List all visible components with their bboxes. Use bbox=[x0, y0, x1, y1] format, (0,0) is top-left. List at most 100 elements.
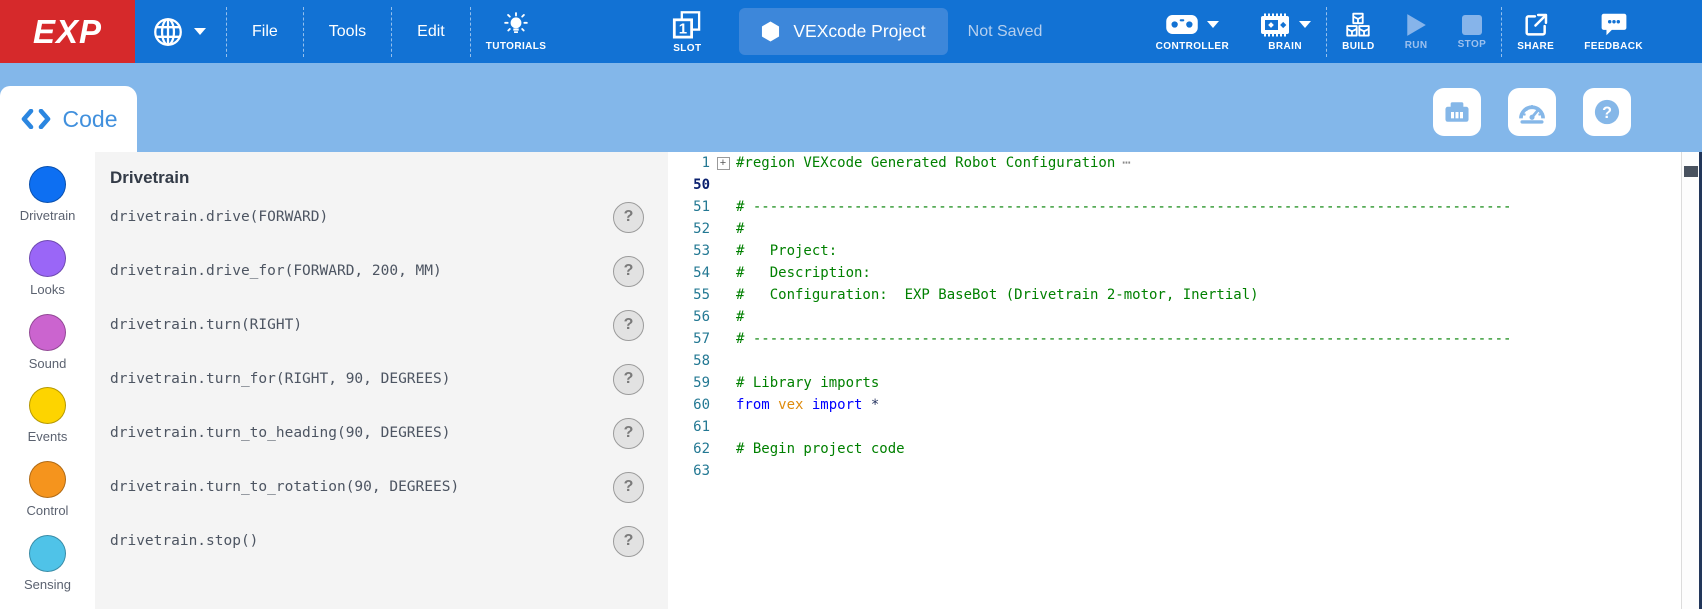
line-number: 51 bbox=[668, 199, 710, 215]
exp-logo-text: EXP bbox=[33, 13, 102, 51]
menu-edit[interactable]: Edit bbox=[392, 0, 470, 63]
fold-expand-icon[interactable]: + bbox=[717, 157, 730, 170]
command-help-button[interactable]: ? bbox=[613, 364, 644, 395]
controller-button[interactable]: CONTROLLER bbox=[1141, 0, 1244, 63]
editor-line: 53# Project: bbox=[668, 240, 1702, 262]
command-row: drivetrain.turn_to_rotation(90, DEGREES)… bbox=[95, 460, 668, 514]
brain-label: BRAIN bbox=[1268, 41, 1302, 52]
device-port-icon bbox=[1442, 98, 1472, 126]
command-text[interactable]: drivetrain.drive_for(FORWARD, 200, MM) bbox=[110, 263, 442, 279]
dashboard-button[interactable] bbox=[1508, 88, 1556, 136]
command-help-button[interactable]: ? bbox=[613, 256, 644, 287]
sidebar-item-looks[interactable]: Looks bbox=[0, 240, 95, 314]
command-row: drivetrain.turn_for(RIGHT, 90, DEGREES)? bbox=[95, 352, 668, 406]
share-icon bbox=[1523, 12, 1549, 38]
token-operator: * bbox=[871, 397, 879, 413]
share-button[interactable]: SHARE bbox=[1502, 0, 1569, 63]
editor-line: 59 # Library imports bbox=[668, 372, 1702, 394]
sidebar-item-sound[interactable]: Sound bbox=[0, 314, 95, 388]
line-number: 60 bbox=[668, 397, 710, 413]
token-comment: # Begin project code bbox=[736, 441, 905, 457]
stop-label: STOP bbox=[1458, 39, 1487, 50]
token-comment: # bbox=[736, 221, 744, 237]
command-text[interactable]: drivetrain.turn_for(RIGHT, 90, DEGREES) bbox=[110, 371, 450, 387]
slot-number: 1 bbox=[679, 20, 687, 37]
category-circle-events[interactable] bbox=[29, 387, 66, 424]
exp-logo: EXP bbox=[0, 0, 135, 63]
line-code: #region VEXcode Generated Robot Configur… bbox=[736, 155, 1132, 171]
line-code: # bbox=[736, 221, 744, 237]
menu-tools[interactable]: Tools bbox=[304, 0, 391, 63]
line-code: # Library imports bbox=[736, 375, 879, 391]
help-button[interactable]: ? bbox=[1583, 88, 1631, 136]
build-button[interactable]: BUILD bbox=[1327, 0, 1390, 63]
editor-line: 55# Configuration: EXP BaseBot (Drivetra… bbox=[668, 284, 1702, 306]
sidebar-item-control[interactable]: Control bbox=[0, 461, 95, 535]
token-module: vex bbox=[778, 397, 812, 413]
command-text[interactable]: drivetrain.drive(FORWARD) bbox=[110, 209, 328, 225]
editor-line: 63 bbox=[668, 460, 1702, 482]
line-number: 50 bbox=[668, 177, 710, 193]
category-sidebar: DrivetrainLooksSound Events Control Sensing bbox=[0, 152, 95, 609]
device-info-button[interactable] bbox=[1433, 88, 1481, 136]
run-label: RUN bbox=[1405, 40, 1428, 51]
line-code: # Project: bbox=[736, 243, 837, 259]
code-brackets-icon bbox=[20, 109, 52, 129]
category-circle-sound[interactable] bbox=[29, 314, 66, 351]
command-help-button[interactable]: ? bbox=[613, 202, 644, 233]
editor-tools: ? bbox=[1433, 88, 1631, 136]
command-text[interactable]: drivetrain.turn(RIGHT) bbox=[110, 317, 302, 333]
category-circle-sensing[interactable] bbox=[29, 535, 66, 572]
feedback-label: FEEDBACK bbox=[1584, 41, 1643, 52]
line-code: # Begin project code bbox=[736, 441, 905, 457]
category-circle-control[interactable] bbox=[29, 461, 66, 498]
chevron-down-icon bbox=[1207, 21, 1219, 28]
editor-scrollbar-track[interactable] bbox=[1681, 152, 1699, 609]
slot-selector[interactable]: 1 SLOT bbox=[657, 0, 717, 63]
line-number: 59 bbox=[668, 375, 710, 391]
code-editor[interactable]: 1+#region VEXcode Generated Robot Config… bbox=[668, 152, 1702, 609]
editor-line: 54# Description: bbox=[668, 262, 1702, 284]
category-circle-looks[interactable] bbox=[29, 240, 66, 277]
command-help-button[interactable]: ? bbox=[613, 310, 644, 341]
editor-line: 57# ------------------------------------… bbox=[668, 328, 1702, 350]
line-number: 61 bbox=[668, 419, 710, 435]
menu-file[interactable]: File bbox=[227, 0, 303, 63]
device-actions: CONTROLLER bbox=[1141, 0, 1702, 63]
editor-scrollbar-thumb[interactable] bbox=[1684, 166, 1698, 177]
category-circle-drivetrain[interactable] bbox=[29, 166, 66, 203]
feedback-button[interactable]: FEEDBACK bbox=[1569, 0, 1658, 63]
run-button[interactable]: RUN bbox=[1390, 0, 1443, 63]
line-code: # bbox=[736, 309, 744, 325]
sidebar-item-sensing[interactable]: Sensing bbox=[0, 535, 95, 609]
command-text[interactable]: drivetrain.stop() bbox=[110, 533, 258, 549]
category-label: Events bbox=[28, 429, 68, 444]
command-help-button[interactable]: ? bbox=[613, 472, 644, 503]
run-play-icon bbox=[1405, 13, 1427, 37]
project-name-button[interactable]: VEXcode Project bbox=[739, 8, 947, 55]
sidebar-item-drivetrain[interactable]: Drivetrain bbox=[0, 166, 95, 240]
command-text[interactable]: drivetrain.turn_to_rotation(90, DEGREES) bbox=[110, 479, 459, 495]
folded-region-ellipsis[interactable]: ⋯ bbox=[1122, 155, 1131, 171]
slot-icon: 1 bbox=[672, 10, 702, 40]
line-code: # Configuration: EXP BaseBot (Drivetrain… bbox=[736, 287, 1259, 303]
save-status: Not Saved bbox=[968, 23, 1043, 41]
tutorials-button[interactable]: TUTORIALS bbox=[471, 0, 562, 63]
editor-line: 60from vex import * bbox=[668, 394, 1702, 416]
line-number: 52 bbox=[668, 221, 710, 237]
command-help-button[interactable]: ? bbox=[613, 526, 644, 557]
sidebar-item-events[interactable]: Events bbox=[0, 387, 95, 461]
command-help-button[interactable]: ? bbox=[613, 418, 644, 449]
token-comment: # bbox=[736, 309, 744, 325]
stop-button[interactable]: STOP bbox=[1443, 0, 1502, 63]
editor-line: 58 bbox=[668, 350, 1702, 372]
language-menu[interactable] bbox=[135, 0, 226, 63]
command-row: drivetrain.turn_to_heading(90, DEGREES)? bbox=[95, 406, 668, 460]
editor-line: 52 # bbox=[668, 218, 1702, 240]
category-label: Control bbox=[27, 503, 69, 518]
command-text[interactable]: drivetrain.turn_to_heading(90, DEGREES) bbox=[110, 425, 450, 441]
chevron-down-icon bbox=[194, 28, 206, 35]
line-number: 63 bbox=[668, 463, 710, 479]
brain-button[interactable]: BRAIN bbox=[1244, 0, 1326, 63]
tab-code[interactable]: Code bbox=[0, 86, 137, 152]
